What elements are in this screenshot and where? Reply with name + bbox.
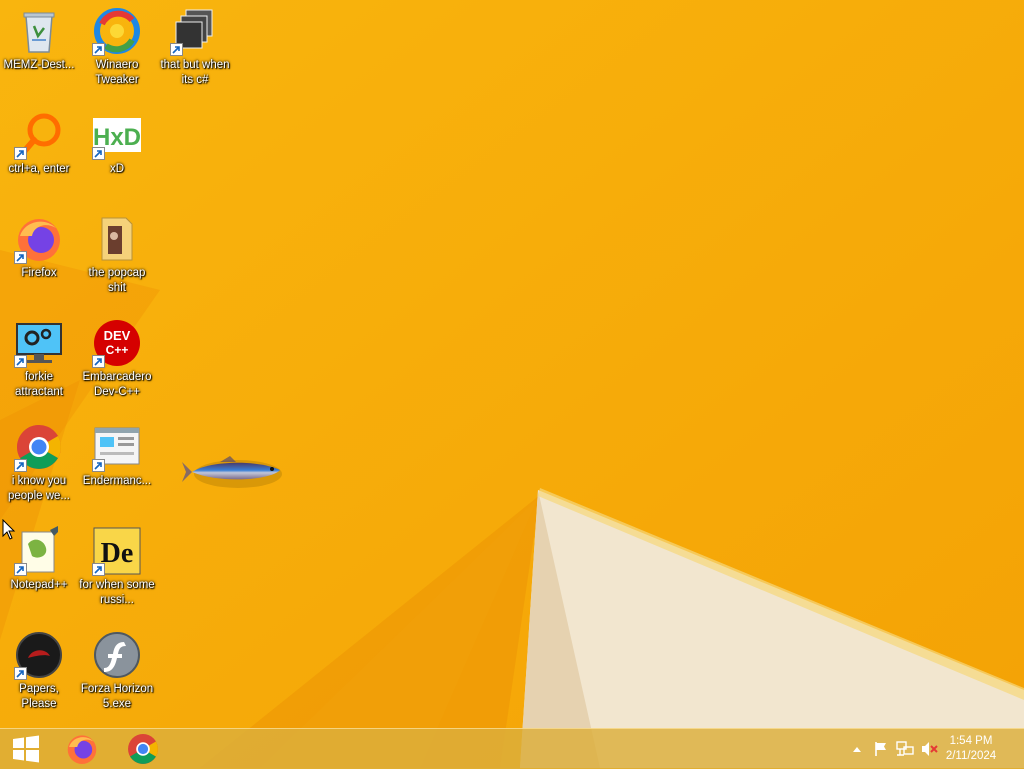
desktop-icon-winaero-tweaker[interactable]: Winaero Tweaker [78, 2, 156, 88]
icon-label: for when some russi... [79, 579, 155, 606]
taskbar-firefox-button[interactable] [56, 729, 108, 769]
winaero-tweaker-icon [92, 6, 142, 56]
action-center-flag-icon [875, 742, 886, 756]
window-document-icon [92, 422, 142, 472]
shortcut-arrow-icon [92, 355, 105, 368]
shortcut-arrow-icon [14, 459, 27, 472]
icon-label: Winaero Tweaker [95, 59, 139, 86]
chevron-up-icon [853, 747, 861, 752]
shortcut-arrow-icon [14, 355, 27, 368]
magnifier-ring-icon [14, 110, 64, 160]
icon-label: Notepad++ [10, 579, 68, 591]
monitor-gears-icon [14, 318, 64, 368]
cpp-badge-text: C++ [106, 343, 129, 357]
desktop-icon-memz[interactable]: MEMZ-Dest... [0, 2, 78, 73]
action-center-button[interactable] [870, 729, 892, 769]
taskbar-chrome-button[interactable] [117, 729, 169, 769]
icon-label: Papers, Please [19, 683, 59, 710]
icon-label: Endermanc... [82, 475, 152, 487]
desktop-icon-embarcadero-dev-cpp[interactable]: DEV C++ Embarcadero Dev-C++ [78, 314, 156, 400]
desktop-icon-forza-horizon-5[interactable]: Forza Horizon 5.exe [78, 626, 156, 712]
icon-label: xD [109, 163, 125, 175]
firefox-icon [67, 735, 97, 764]
de-logo-text: De [101, 538, 134, 569]
network-icon [896, 741, 914, 756]
taskbar: 1:54 PM 2/11/2024 [0, 728, 1024, 769]
dev-cpp-icon: DEV C++ [92, 318, 142, 368]
desktop-fish-sprite[interactable] [180, 452, 284, 492]
icon-label: Forza Horizon 5.exe [80, 683, 154, 710]
chrome-icon [14, 422, 64, 472]
firefox-icon [14, 214, 64, 264]
mouse-cursor [2, 519, 16, 540]
desktop-icon-ctrl-a-enter[interactable]: ctrl+a, enter [0, 106, 78, 177]
folder-icon [92, 214, 142, 264]
papers-please-icon [14, 630, 64, 680]
icon-label: ctrl+a, enter [8, 163, 70, 175]
desktop-icon-papers-please[interactable]: Papers, Please [0, 626, 78, 712]
recycle-bin-icon [14, 6, 64, 56]
show-hidden-icons-button[interactable] [848, 729, 866, 769]
start-button[interactable] [0, 729, 52, 769]
desktop-icon-firefox[interactable]: Firefox [0, 210, 78, 281]
dependency-walker-icon: De [92, 526, 142, 576]
chrome-icon [128, 734, 158, 764]
icon-label: the popcap shit [88, 267, 146, 294]
clock-date: 2/11/2024 [945, 750, 997, 762]
shortcut-arrow-icon [14, 563, 27, 576]
desktop-icon-that-but-when-its-csharp[interactable]: that but when its c# [156, 2, 234, 88]
icon-label: Firefox [21, 267, 57, 279]
shortcut-arrow-icon [92, 43, 105, 56]
dev-badge-text: DEV [104, 328, 131, 343]
desktop-icon-xd[interactable]: HxD xD [78, 106, 156, 177]
windows-logo-icon [13, 735, 39, 763]
desktop-icon-forkie-attractant[interactable]: forkie attractant [0, 314, 78, 400]
icon-label: Embarcadero Dev-C++ [82, 371, 152, 398]
hxd-hex-editor-icon: HxD [92, 110, 142, 160]
shortcut-arrow-icon [92, 459, 105, 472]
shortcut-arrow-icon [92, 147, 105, 160]
icon-label: forkie attractant [15, 371, 63, 398]
clock-time: 1:54 PM [949, 735, 993, 747]
shortcut-arrow-icon [14, 667, 27, 680]
icon-label: MEMZ-Dest... [3, 59, 75, 71]
stacked-windows-icon [170, 6, 220, 56]
network-button[interactable] [894, 729, 916, 769]
shortcut-arrow-icon [92, 563, 105, 576]
desktop-icon-endermanc[interactable]: Endermanc... [78, 418, 156, 489]
shortcut-arrow-icon [14, 147, 27, 160]
desktop-icon-for-when-some-russi[interactable]: De for when some russi... [78, 522, 156, 608]
desktop-icon-the-popcap-shit[interactable]: the popcap shit [78, 210, 156, 296]
shortcut-arrow-icon [170, 43, 183, 56]
shortcut-arrow-icon [14, 251, 27, 264]
notepad-plus-plus-icon [14, 526, 64, 576]
desktop-icon-i-know-you-people[interactable]: i know you people we... [0, 418, 78, 504]
icon-label: i know you people we... [7, 475, 70, 502]
icon-label: that but when its c# [160, 59, 230, 86]
flash-player-icon [92, 630, 142, 680]
system-clock[interactable]: 1:54 PM 2/11/2024 [936, 734, 1006, 764]
